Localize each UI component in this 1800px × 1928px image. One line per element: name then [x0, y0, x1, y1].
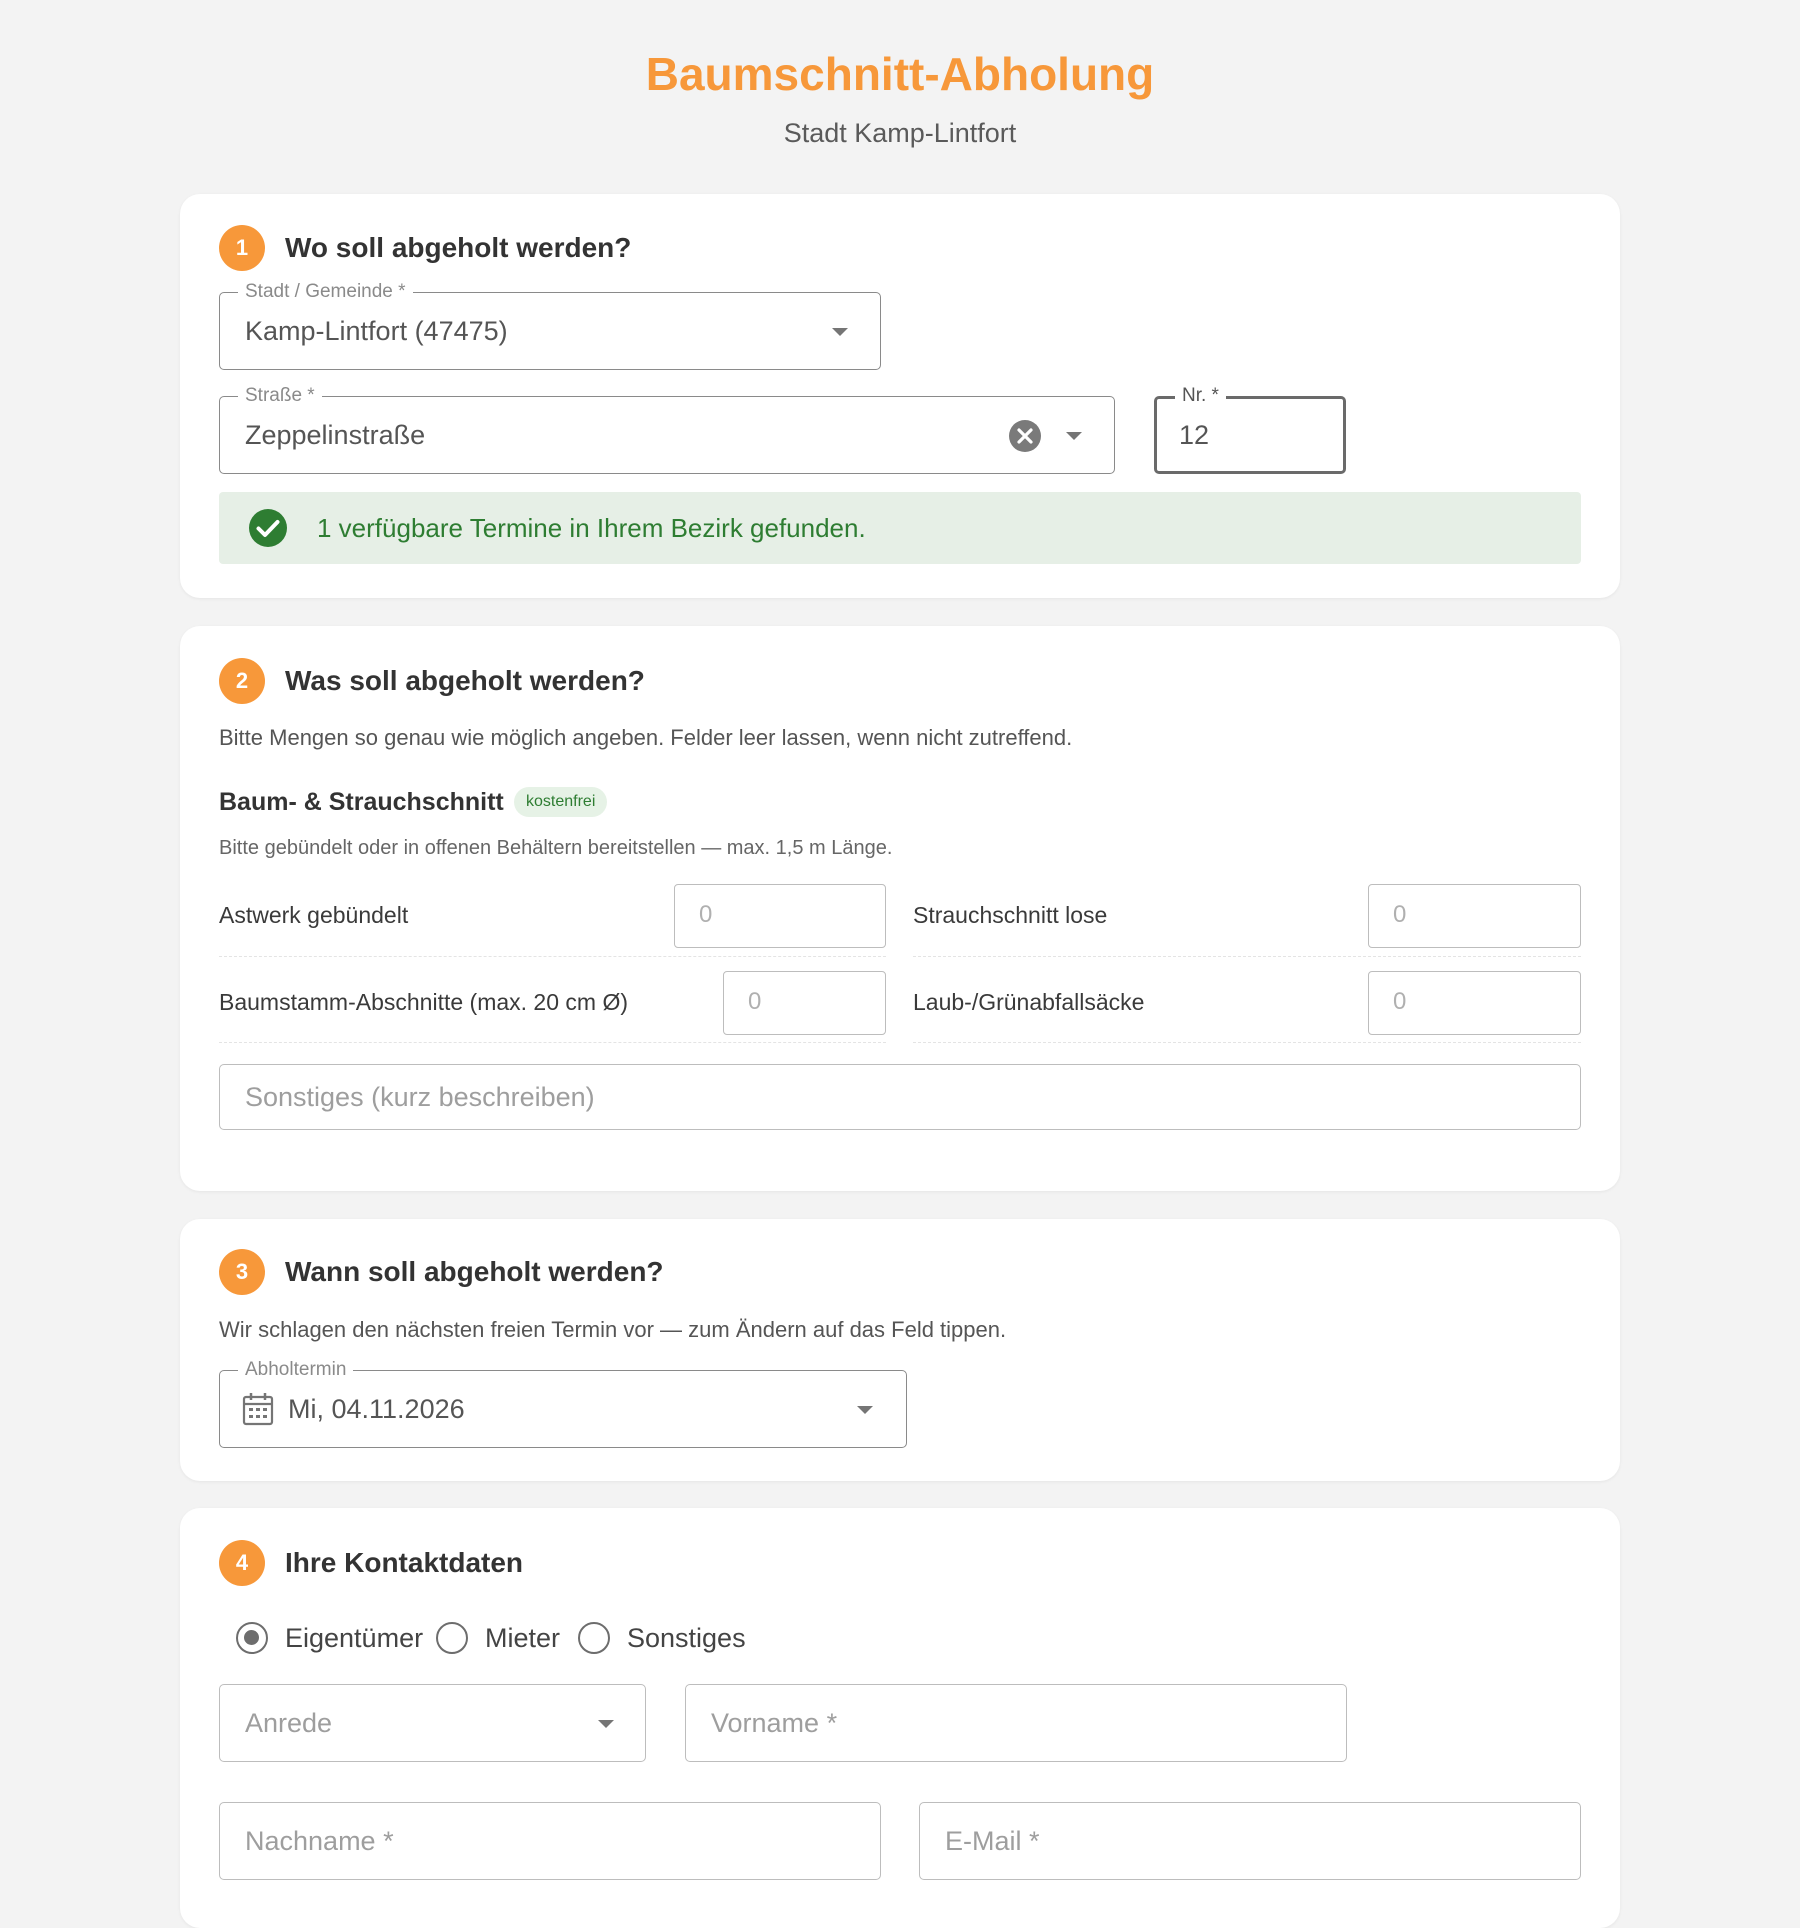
step-badge-3: 3 [219, 1249, 265, 1295]
calendar-icon [242, 1392, 274, 1426]
quantity-input[interactable]: 0 [723, 971, 886, 1035]
section-title-contact: Ihre Kontaktdaten [285, 1547, 524, 1578]
house-number-value: 12 [1179, 420, 1210, 450]
section-title-items: Was soll abgeholt werden? [285, 665, 645, 696]
house-number-input[interactable]: Nr. * 12 [1154, 385, 1346, 474]
section-location: 1 Wo soll abgeholt werden? Stadt / Gemei… [180, 194, 1620, 598]
pickup-date-label: Abholtermin [238, 1359, 354, 1381]
step-badge-1: 1 [219, 225, 265, 271]
radio-label-owner[interactable]: Eigentümer [285, 1621, 423, 1655]
city-select[interactable]: Stadt / Gemeinde * Kamp-Lintfort (47475) [219, 281, 881, 370]
email-field[interactable]: E-Mail * [919, 1802, 1581, 1880]
item-label: Astwerk gebündelt [219, 902, 409, 928]
salutation-placeholder: Anrede [245, 1708, 333, 1738]
quantity-input[interactable]: 0 [1368, 884, 1581, 948]
section-items: 2 Was soll abgeholt werden? Bitte Mengen… [180, 626, 1620, 1191]
step-badge-2: 2 [219, 658, 265, 704]
radio-selected-dot [244, 1630, 259, 1645]
other-items-input[interactable]: Sonstiges (kurz beschreiben) [219, 1064, 1581, 1130]
section-contact: 4 Ihre Kontaktdaten Eigentümer Mieter So… [180, 1508, 1620, 1928]
house-number-label: Nr. * [1175, 385, 1226, 407]
divider [219, 1042, 886, 1043]
divider [913, 1042, 1581, 1043]
section-date: 3 Wann soll abgeholt werden? Wir schlage… [180, 1219, 1620, 1481]
caret-down-icon [598, 1720, 614, 1728]
group-hint: Bitte gebündelt oder in offenen Behälter… [219, 837, 893, 859]
section-title-date: Wann soll abgeholt werden? [285, 1256, 664, 1287]
item-label: Baumstamm-Abschnitte (max. 20 cm Ø) [219, 989, 628, 1015]
step-badge-4: 4 [219, 1540, 265, 1586]
divider [219, 956, 886, 957]
section-title-location: Wo soll abgeholt werden? [285, 232, 632, 263]
status-badge: kostenfrei [514, 787, 608, 817]
radio-label-other[interactable]: Sonstiges [627, 1621, 746, 1655]
item-label: Laub-/Grünabfallsäcke [913, 989, 1145, 1015]
pickup-date-value: Mi, 04.11.2026 [288, 1394, 465, 1424]
section-intro: Bitte Mengen so genau wie möglich angebe… [219, 725, 1073, 750]
radio-other[interactable] [578, 1622, 610, 1654]
other-items-placeholder: Sonstiges (kurz beschreiben) [245, 1082, 595, 1112]
street-label: Straße * [238, 385, 322, 407]
caret-down-icon [857, 1406, 873, 1414]
check-circle-icon [248, 508, 288, 548]
pickup-date-select[interactable]: Abholtermin Mi, 04.11.2026 [219, 1359, 907, 1448]
firstname-placeholder: Vorname * [711, 1708, 838, 1738]
section-intro: Wir schlagen den nächsten freien Termin … [219, 1317, 1007, 1342]
radio-label-tenant[interactable]: Mieter [485, 1621, 560, 1655]
caret-down-icon [832, 328, 848, 336]
salutation-select[interactable]: Anrede [219, 1684, 646, 1762]
item-label: Strauchschnitt lose [913, 902, 1108, 928]
radio-tenant[interactable] [436, 1622, 468, 1654]
alert-text: 1 verfügbare Termine in Ihrem Bezirk gef… [317, 513, 866, 543]
clear-circle-icon[interactable] [1008, 419, 1042, 453]
street-value: Zeppelinstraße [245, 420, 426, 450]
quantity-input[interactable]: 0 [674, 884, 886, 948]
street-autocomplete[interactable]: Straße * Zeppelinstraße [219, 385, 1115, 474]
email-placeholder: E-Mail * [945, 1826, 1040, 1856]
lastname-input[interactable]: Nachname * [219, 1802, 881, 1880]
page-subtitle: Stadt Kamp-Lintfort [783, 118, 1017, 148]
divider [913, 956, 1581, 957]
quantity-input[interactable]: 0 [1368, 971, 1581, 1035]
city-value: Kamp-Lintfort (47475) [245, 316, 508, 346]
page-title: Baumschnitt-Abholung [645, 48, 1155, 100]
lastname-placeholder: Nachname * [245, 1826, 394, 1856]
radio-owner[interactable] [236, 1622, 268, 1654]
city-label: Stadt / Gemeinde * [238, 281, 413, 303]
firstname-input[interactable]: Vorname * [685, 1684, 1347, 1762]
success-alert: 1 verfügbare Termine in Ihrem Bezirk gef… [219, 492, 1581, 564]
caret-down-icon [1066, 432, 1082, 440]
group-title: Baum- & Strauchschnitt [219, 788, 504, 816]
